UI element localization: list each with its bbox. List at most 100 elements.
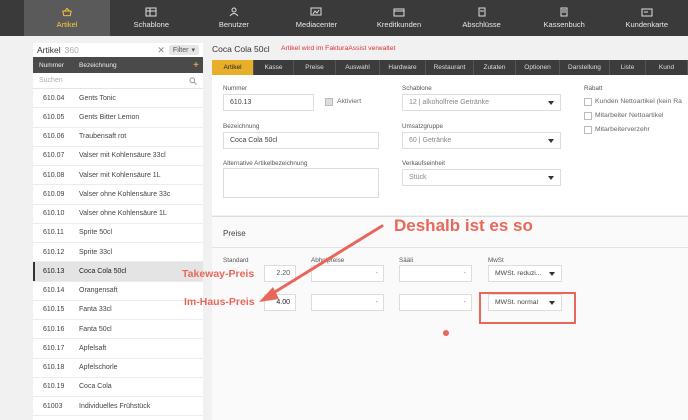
item-number: 610.19 bbox=[43, 383, 65, 391]
verkaufseinheit-select[interactable]: Stück bbox=[402, 169, 561, 186]
col-saali: Sääli bbox=[399, 257, 414, 264]
list-search[interactable]: Suchen bbox=[33, 73, 203, 89]
filter-button[interactable]: Filter ▾ bbox=[168, 45, 199, 55]
rabatt-checkbox-mitarbeiter[interactable] bbox=[584, 112, 592, 120]
umsatzgruppe-select[interactable]: 60 | Getränke bbox=[402, 132, 561, 149]
col-description[interactable]: Bezeichnung bbox=[79, 62, 189, 69]
kreditkunden-icon bbox=[393, 7, 405, 17]
list-item[interactable]: 610.16 Fanta 50cl bbox=[33, 320, 203, 340]
bezeichnung-label: Bezeichnung bbox=[223, 123, 260, 130]
list-item[interactable]: 610.17 Apfelsaft bbox=[33, 339, 203, 359]
bezeichnung-field[interactable]: Coca Cola 50cl bbox=[223, 132, 379, 149]
rabatt-option-kunden: Kunden Nettoartikel (kein Ra bbox=[595, 98, 682, 105]
search-input[interactable]: Suchen bbox=[39, 77, 189, 84]
nav-kundenkarte[interactable]: Kundenkarte bbox=[605, 0, 688, 36]
list-item[interactable]: 61003 Individuelles Frühstück bbox=[33, 397, 203, 417]
item-number: 610.09 bbox=[43, 190, 65, 198]
nav-mediacenter[interactable]: Mediacenter bbox=[275, 0, 358, 36]
item-desc: Gents Bitter Lemon bbox=[79, 113, 140, 121]
tab-restaurant[interactable]: Restaurant bbox=[426, 60, 474, 75]
item-desc: Sprite 50cl bbox=[79, 229, 113, 237]
nav-label: Kassenbuch bbox=[543, 20, 585, 29]
col-number[interactable]: Nummer bbox=[33, 62, 79, 69]
list-item[interactable]: 610.04 Gents Tonic bbox=[33, 89, 203, 109]
list-item[interactable]: 610.12 Sprite 33cl bbox=[33, 243, 203, 263]
list-item[interactable]: 610.18 Apfelschorle bbox=[33, 359, 203, 378]
item-number: 610.11 bbox=[43, 229, 64, 237]
kassenbuch-icon bbox=[558, 7, 570, 17]
item-number: 610.10 bbox=[43, 210, 65, 218]
tab-hardware[interactable]: Hardware bbox=[380, 60, 426, 75]
item-desc: Apfelschorle bbox=[79, 364, 118, 372]
list-title: Artikel bbox=[37, 45, 61, 55]
tab-zutaten[interactable]: Zutaten bbox=[474, 60, 516, 75]
list-item[interactable]: 610.07 Valser mit Kohlensäure 33cl bbox=[33, 147, 203, 166]
nav-kassenbuch[interactable]: Kassenbuch bbox=[523, 0, 606, 36]
nummer-field[interactable]: 610.13 bbox=[223, 94, 314, 111]
col-mwst: MwSt bbox=[488, 257, 504, 264]
top-navigation: Artikel Schablone Benutzer Mediacenter K… bbox=[0, 0, 688, 36]
price-value: - bbox=[463, 299, 466, 306]
mwst-select-takeaway[interactable]: MWSt. reduzi... bbox=[488, 265, 562, 282]
clear-filter-icon[interactable]: ✕ bbox=[157, 45, 165, 56]
alt-bezeichnung-field[interactable] bbox=[223, 168, 379, 198]
item-desc: Valser ohne Kohlensäure 1L bbox=[79, 210, 167, 218]
list-item[interactable]: 610.19 Coca Cola bbox=[33, 378, 203, 397]
abhol-price-takeaway[interactable]: - bbox=[311, 265, 384, 282]
tab-kasse[interactable]: Kasse bbox=[254, 60, 294, 75]
item-number: 610.04 bbox=[43, 94, 65, 102]
list-item[interactable]: 610.15 Fanta 33cl bbox=[33, 301, 203, 320]
item-number: 610.12 bbox=[43, 248, 65, 256]
artikel-icon bbox=[61, 7, 73, 17]
article-list-header: Artikel 360 ✕ Filter ▾ bbox=[33, 43, 203, 57]
item-desc: Sprite 33cl bbox=[79, 248, 113, 256]
aktiviert-label: Aktiviert bbox=[337, 98, 362, 105]
alt-bezeichnung-label: Alternative Artikelbezeichnung bbox=[223, 160, 308, 167]
price-value: 4.00 bbox=[276, 299, 290, 306]
standard-price-takeaway[interactable]: 2.20 bbox=[264, 265, 296, 282]
list-item[interactable]: 610.14 Orangensaft bbox=[33, 282, 203, 301]
list-item[interactable]: 610.06 Traubensaft rot bbox=[33, 128, 203, 147]
standard-price-inhouse[interactable]: 4.00 bbox=[264, 294, 296, 311]
add-article-icon[interactable]: + bbox=[189, 60, 203, 71]
nav-schablone[interactable]: Schablone bbox=[110, 0, 193, 36]
tab-auswahl[interactable]: Auswahl bbox=[336, 60, 380, 75]
saali-price-takeaway[interactable]: - bbox=[399, 265, 472, 282]
item-number: 610.17 bbox=[43, 344, 65, 352]
schablone-value: 12 | alkoholfreie Getränke bbox=[409, 99, 490, 106]
list-item[interactable]: 610.08 Valser mit Kohlensäure 1L bbox=[33, 166, 203, 186]
list-item[interactable]: 610.05 Gents Bitter Lemon bbox=[33, 108, 203, 128]
tab-darstellung[interactable]: Darstellung bbox=[560, 60, 610, 75]
nav-benutzer[interactable]: Benutzer bbox=[193, 0, 276, 36]
list-item-selected[interactable]: 610.13 Coca Cola 50cl bbox=[33, 262, 203, 282]
nav-label: Kundenkarte bbox=[625, 20, 669, 29]
article-form: Nummer 610.13 Aktiviert Bezeichnung Coca… bbox=[212, 75, 688, 215]
tab-kunden[interactable]: Kund bbox=[646, 60, 688, 75]
item-number: 610.15 bbox=[43, 306, 65, 314]
abschluesse-icon bbox=[476, 7, 488, 17]
annotation-inhouse: Im-Haus-Preis bbox=[184, 296, 255, 308]
col-abholpreise: Abholpreise bbox=[311, 257, 345, 264]
tab-preise[interactable]: Preise bbox=[294, 60, 336, 75]
saali-price-inhouse[interactable]: - bbox=[399, 294, 472, 311]
tab-liste[interactable]: Liste bbox=[610, 60, 646, 75]
search-icon bbox=[189, 76, 197, 85]
nav-kreditkunden[interactable]: Kreditkunden bbox=[358, 0, 441, 36]
schablone-icon bbox=[145, 7, 157, 17]
item-desc: Orangensaft bbox=[79, 287, 118, 295]
list-item[interactable]: 610.09 Valser ohne Kohlensäure 33c bbox=[33, 185, 203, 205]
schablone-select[interactable]: 12 | alkoholfreie Getränke bbox=[402, 94, 561, 111]
nav-artikel[interactable]: Artikel bbox=[24, 0, 110, 36]
chevron-down-icon: ▾ bbox=[191, 47, 195, 54]
list-item[interactable]: 610.11 Sprite 50cl bbox=[33, 224, 203, 243]
col-standard: Standard bbox=[223, 257, 249, 264]
nav-abschluesse[interactable]: Abschlüsse bbox=[440, 0, 523, 36]
rabatt-checkbox-verzehr[interactable] bbox=[584, 126, 592, 134]
tab-artikel[interactable]: Artikel bbox=[212, 60, 254, 75]
list-item[interactable]: 610.10 Valser ohne Kohlensäure 1L bbox=[33, 205, 203, 224]
abhol-price-inhouse[interactable]: - bbox=[311, 294, 384, 311]
rabatt-checkbox-kunden[interactable] bbox=[584, 98, 592, 106]
aktiviert-checkbox[interactable] bbox=[325, 98, 333, 106]
tab-optionen[interactable]: Optionen bbox=[516, 60, 560, 75]
verkaufseinheit-label: Verkaufseinheit bbox=[402, 160, 446, 167]
